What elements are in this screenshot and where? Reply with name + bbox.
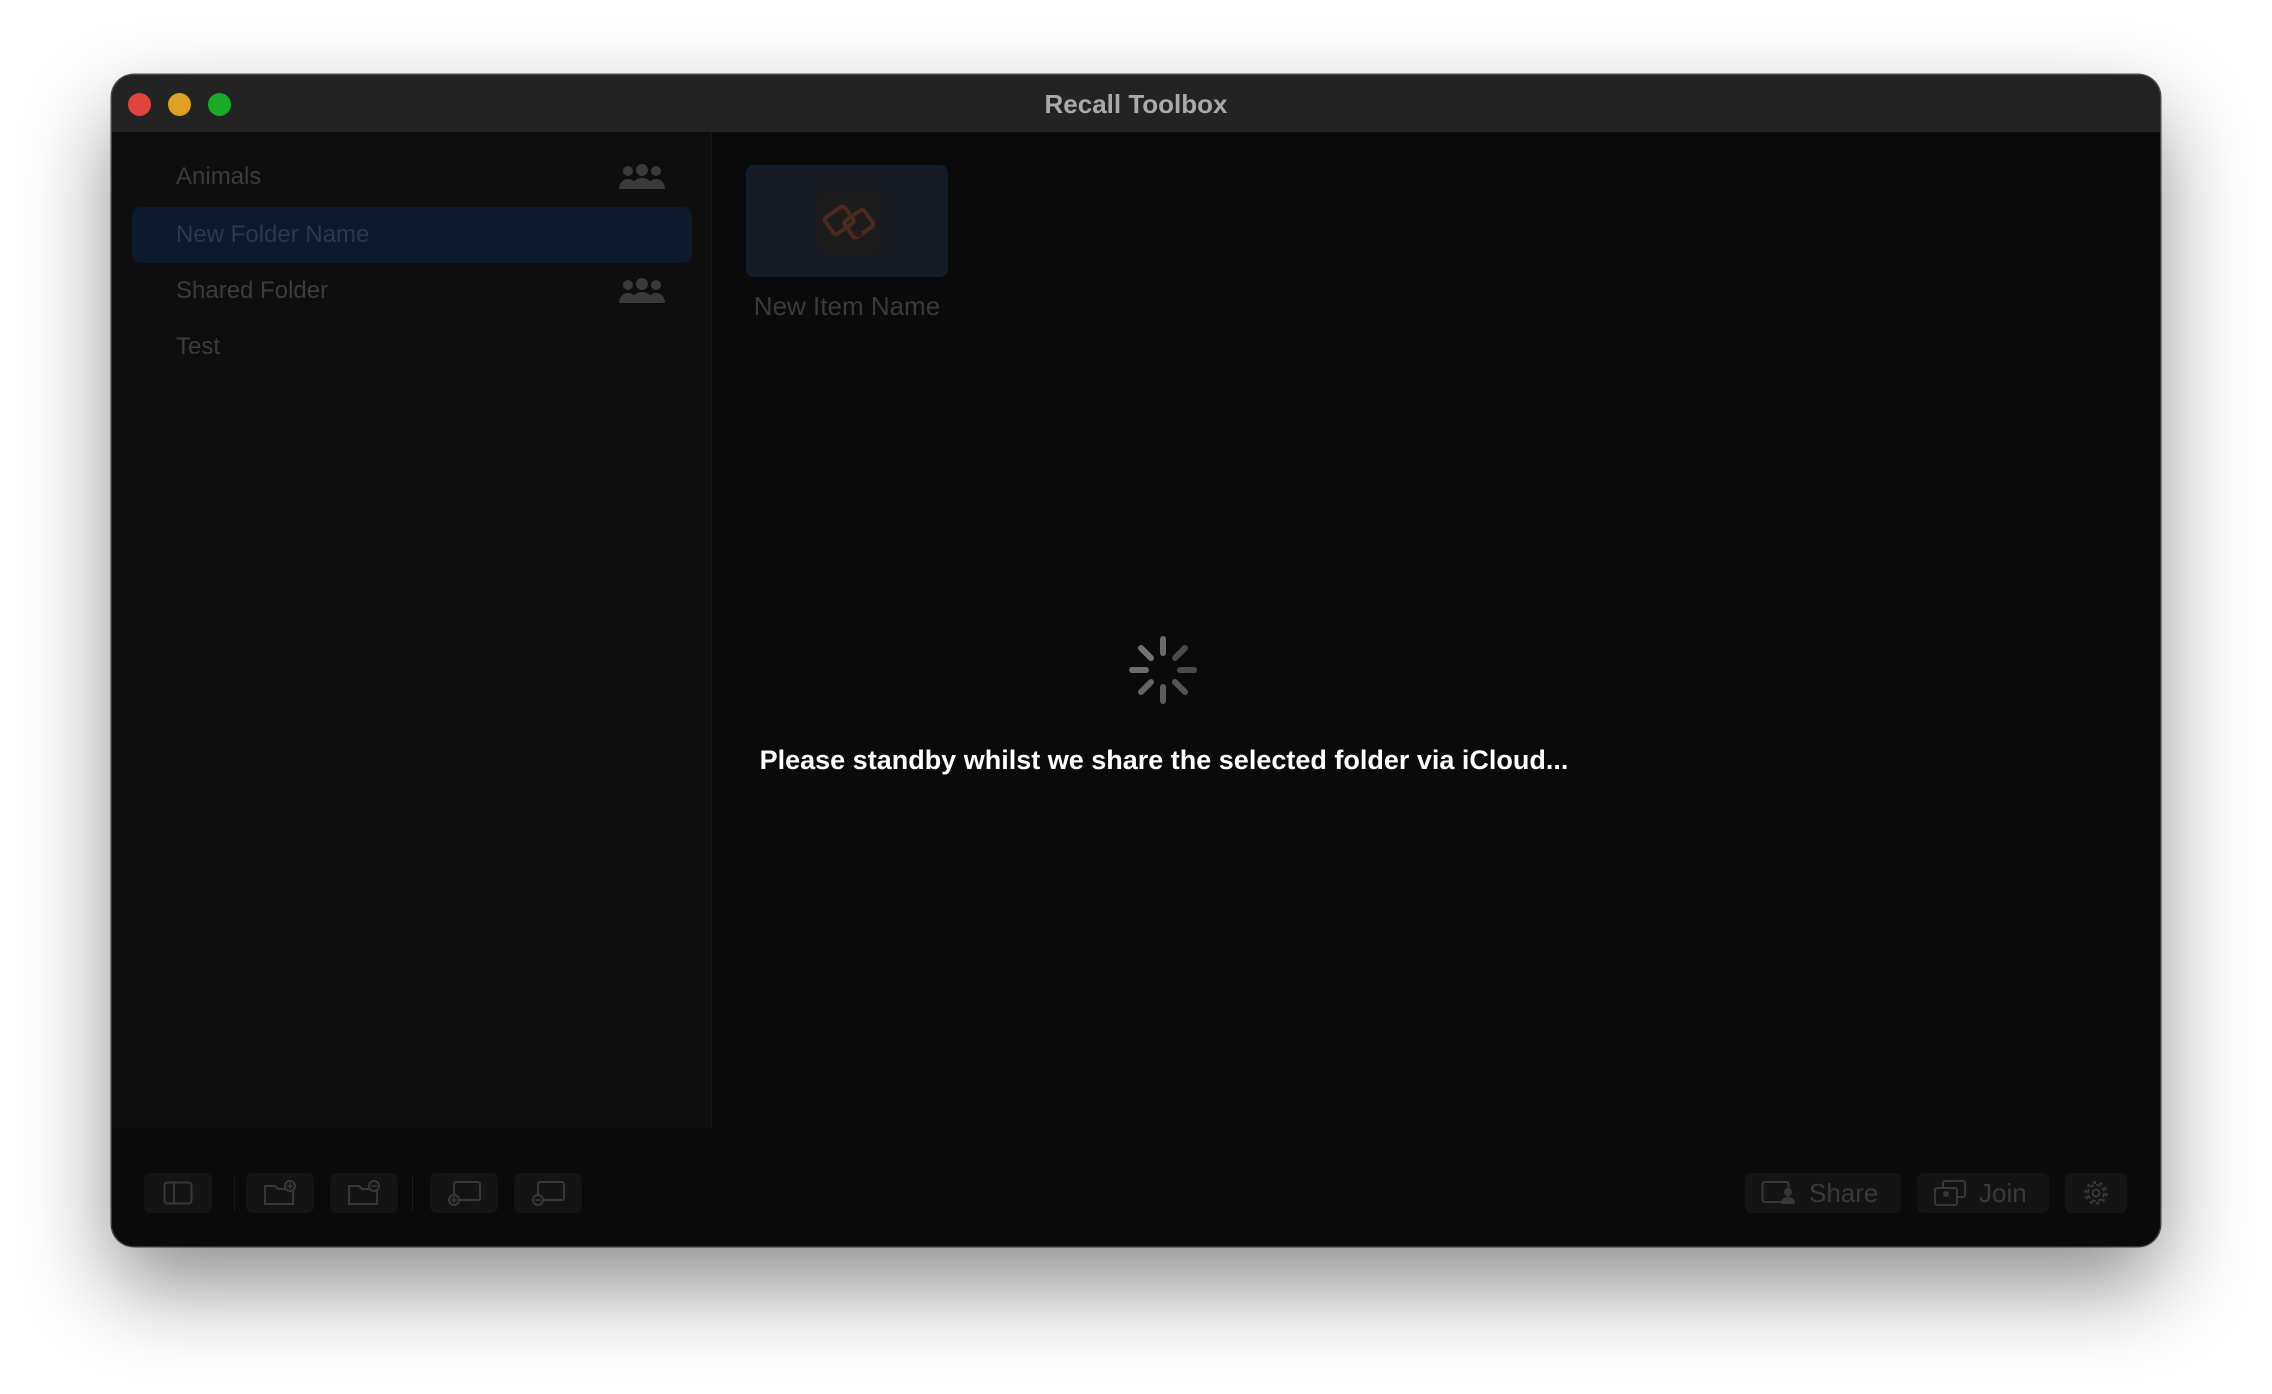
remove-item-button[interactable]	[514, 1173, 582, 1213]
folder-label: Animals	[176, 163, 262, 190]
window-title: Recall Toolbox	[1044, 89, 1228, 119]
join-folder-icon	[1934, 1180, 1966, 1206]
remove-folder-icon	[348, 1180, 380, 1205]
join-button-label: Join	[1979, 1177, 2027, 1208]
sidebar-item-test[interactable]: Test	[132, 319, 692, 375]
folder-sidebar: Animals New Folder Name Shared Folder Te…	[112, 133, 712, 1128]
items-area: New Item Name	[712, 133, 2160, 1128]
folder-label: New Folder Name	[176, 221, 370, 248]
title-bar: Recall Toolbox	[112, 75, 2160, 133]
sidebar-item-new-folder-name[interactable]: New Folder Name	[132, 207, 692, 263]
folder-label: Shared Folder	[176, 277, 329, 304]
folder-label: Test	[176, 333, 221, 360]
settings-button[interactable]	[2065, 1173, 2127, 1213]
share-screen-icon	[1761, 1181, 1795, 1204]
add-item-icon	[448, 1181, 481, 1206]
share-button-label: Share	[1809, 1177, 1879, 1208]
remove-item-icon	[532, 1181, 565, 1206]
sidebar-item-animals[interactable]: Animals	[132, 149, 692, 205]
item-app-icon	[816, 189, 882, 255]
share-button[interactable]: Share	[1745, 1173, 1901, 1213]
toolbar-divider	[412, 1175, 413, 1211]
remove-folder-button[interactable]	[330, 1173, 398, 1213]
sidebar-item-shared-folder[interactable]: Shared Folder	[132, 263, 692, 319]
join-button[interactable]: Join	[1917, 1173, 2049, 1213]
sidebar-toggle-icon	[163, 1181, 193, 1205]
app-window: Recall Toolbox Animals New Folder Name S…	[112, 75, 2160, 1246]
item-thumbnail[interactable]	[746, 165, 948, 277]
spinner-icon	[1129, 636, 1197, 704]
item-label: New Item Name	[753, 291, 941, 321]
shared-people-icon	[619, 164, 665, 189]
gear-icon	[2084, 1181, 2108, 1205]
add-folder-icon	[264, 1180, 296, 1205]
toggle-sidebar-button[interactable]	[144, 1173, 212, 1213]
add-folder-button[interactable]	[246, 1173, 314, 1213]
shared-people-icon	[619, 278, 665, 303]
sharing-status-message: Please standby whilst we share the selec…	[759, 745, 1569, 775]
toolbar-divider	[234, 1175, 235, 1211]
bottom-toolbar: Share Join	[112, 1129, 2160, 1246]
add-item-button[interactable]	[430, 1173, 498, 1213]
